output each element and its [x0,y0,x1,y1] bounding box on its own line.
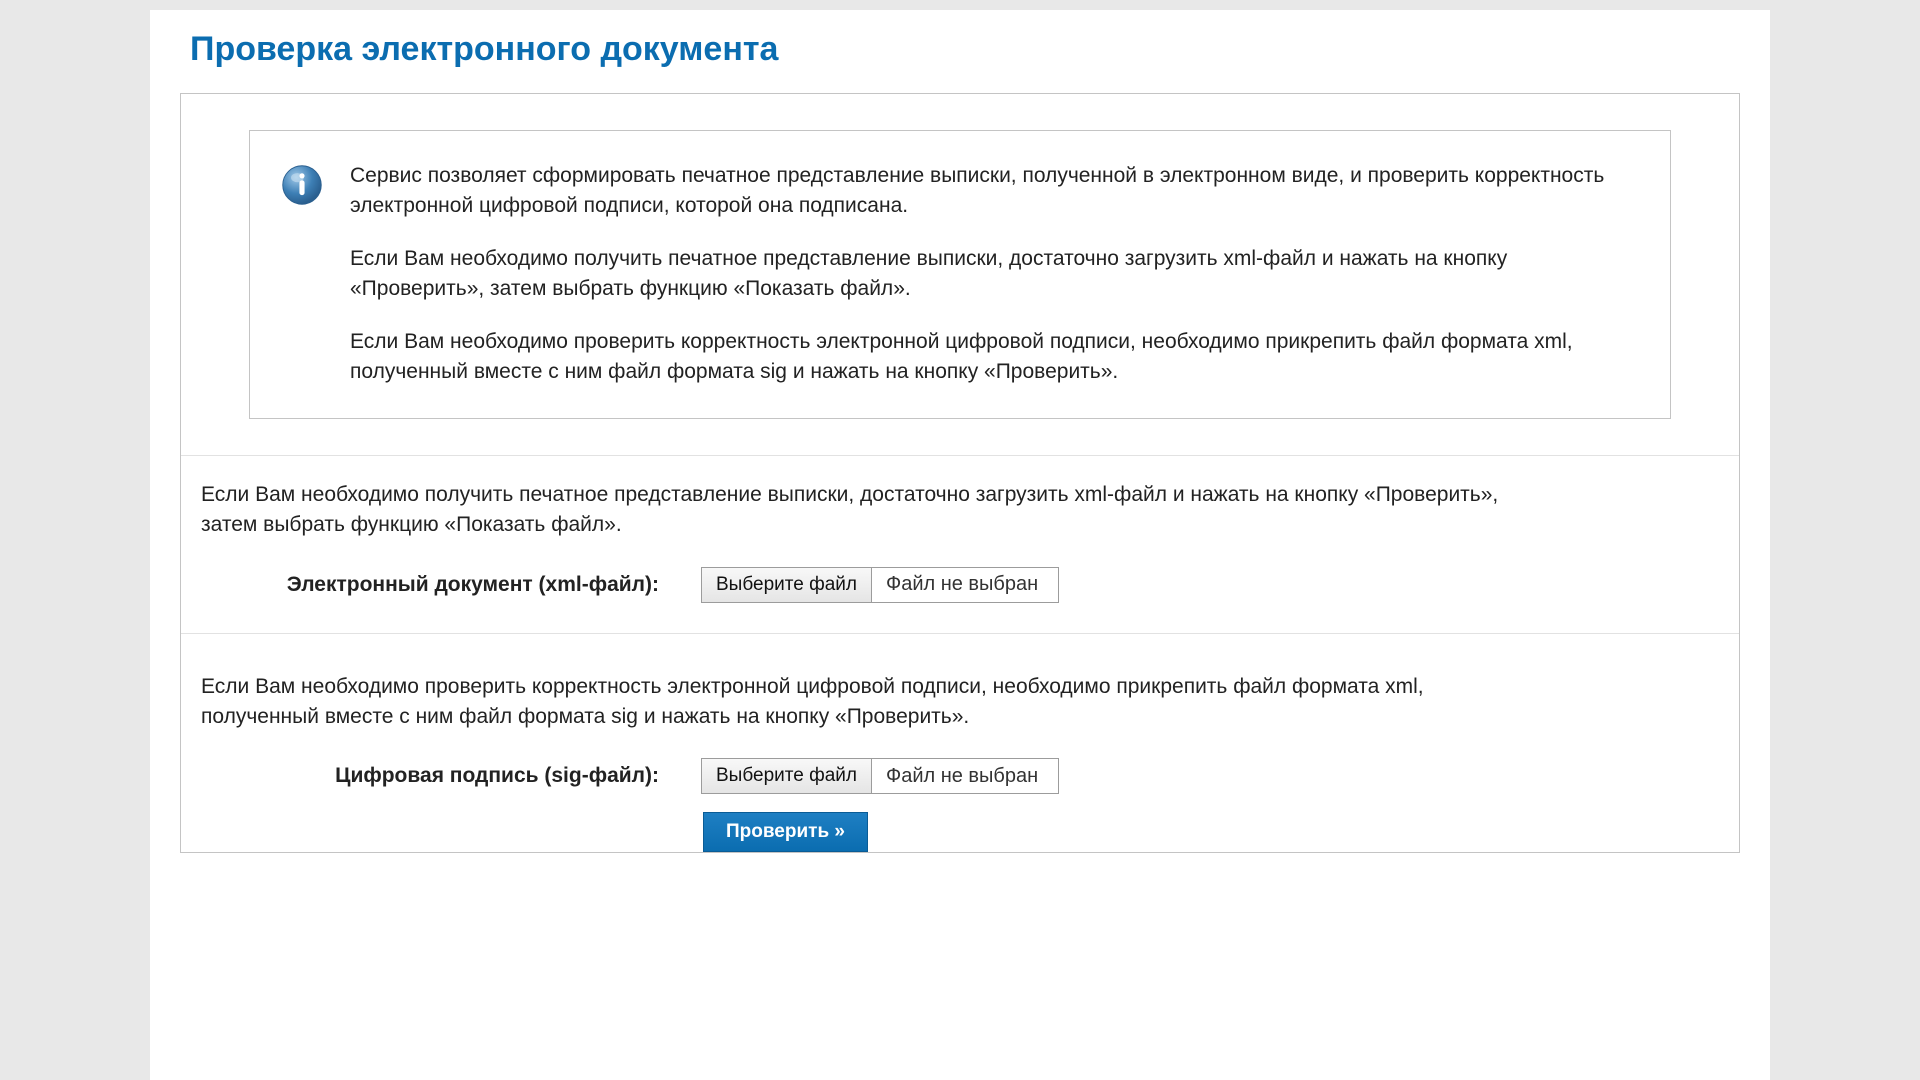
xml-field-row: Электронный документ (xml-файл): Выберит… [233,567,1719,603]
page-container: Проверка электронного документа [150,10,1770,1080]
page-title: Проверка электронного документа [190,30,1740,69]
submit-row: Проверить » [233,812,1719,852]
info-paragraph-2: Если Вам необходимо получить печатное пр… [350,244,1630,305]
sig-field-row: Цифровая подпись (sig-файл): Выберите фа… [233,758,1719,794]
xml-file-control: Выберите файл Файл не выбран [701,567,1059,603]
sig-file-control: Выберите файл Файл не выбран [701,758,1059,794]
info-icon [280,163,324,207]
xml-field-label: Электронный документ (xml-файл): [233,573,663,597]
xml-file-status: Файл не выбран [872,568,1058,602]
sig-section: Если Вам необходимо проверить корректнос… [181,633,1739,853]
info-paragraph-1: Сервис позволяет сформировать печатное п… [350,161,1630,222]
sig-file-status: Файл не выбран [872,759,1058,793]
sig-field-label: Цифровая подпись (sig-файл): [233,764,663,788]
info-box: Сервис позволяет сформировать печатное п… [249,130,1671,419]
xml-section: Если Вам необходимо получить печатное пр… [181,455,1739,633]
submit-button[interactable]: Проверить » [703,812,868,852]
sig-choose-file-button[interactable]: Выберите файл [702,759,872,793]
info-text: Сервис позволяет сформировать печатное п… [350,161,1630,388]
main-card: Сервис позволяет сформировать печатное п… [180,93,1740,853]
xml-choose-file-button[interactable]: Выберите файл [702,568,872,602]
xml-section-text: Если Вам необходимо получить печатное пр… [201,480,1501,541]
info-paragraph-3: Если Вам необходимо проверить корректнос… [350,327,1630,388]
sig-section-text: Если Вам необходимо проверить корректнос… [201,672,1501,733]
